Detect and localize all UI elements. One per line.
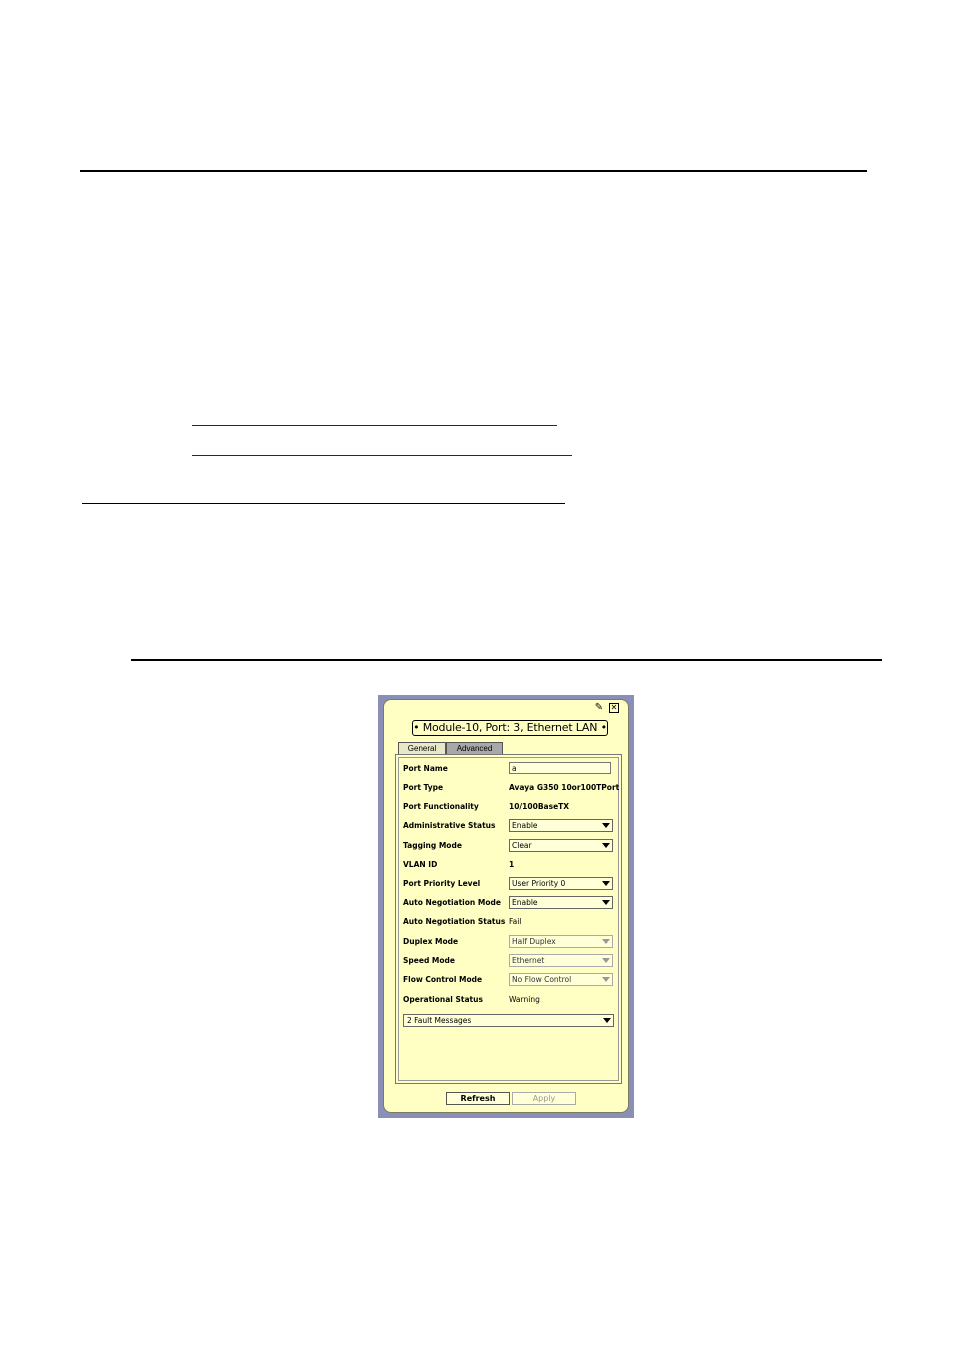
link-underline-2[interactable]	[192, 455, 572, 456]
row-auto-negotiation-mode: Auto Negotiation Mode Enable	[403, 896, 618, 910]
tab-advanced[interactable]: Advanced	[446, 742, 503, 754]
duplex-mode-label: Duplex Mode	[403, 937, 459, 946]
flow-control-mode-label: Flow Control Mode	[403, 975, 483, 984]
refresh-button[interactable]: Refresh	[446, 1092, 510, 1105]
port-properties-window: ✎ ✕ • Module-10, Port: 3, Ethernet LAN •…	[378, 695, 634, 1118]
chevron-down-icon[interactable]	[602, 900, 610, 905]
row-duplex-mode: Duplex Mode Half Duplex	[403, 935, 618, 949]
row-administrative-status: Administrative Status Enable	[403, 819, 618, 833]
port-type-value: Avaya G350 10or100TPort	[509, 783, 620, 792]
apply-button[interactable]: Apply	[512, 1092, 576, 1105]
close-icon[interactable]: ✕	[609, 703, 619, 713]
chevron-down-icon[interactable]	[602, 977, 610, 982]
port-type-label: Port Type	[403, 783, 444, 792]
panel-body: ✎ ✕ • Module-10, Port: 3, Ethernet LAN •…	[383, 699, 629, 1113]
row-tagging-mode: Tagging Mode Clear	[403, 839, 618, 853]
port-functionality-label: Port Functionality	[403, 802, 479, 811]
operational-status-value: Warning	[509, 995, 540, 1004]
tab-content-inner: Port Name a Port Type Avaya G350 10or100…	[398, 757, 619, 1081]
flow-control-mode-value: No Flow Control	[512, 975, 572, 984]
auto-negotiation-mode-label: Auto Negotiation Mode	[403, 898, 501, 907]
port-functionality-value: 10/100BaseTX	[509, 802, 570, 811]
tagging-mode-label: Tagging Mode	[403, 841, 462, 850]
administrative-status-value: Enable	[512, 821, 538, 830]
pin-icon[interactable]: ✎	[594, 703, 604, 713]
auto-negotiation-status-label: Auto Negotiation Status	[403, 917, 506, 926]
chevron-down-icon[interactable]	[602, 843, 610, 848]
window-title: • Module-10, Port: 3, Ethernet LAN •	[412, 720, 608, 736]
row-port-functionality: Port Functionality 10/100BaseTX	[403, 800, 618, 814]
row-port-priority-level: Port Priority Level User Priority 0	[403, 877, 618, 891]
row-operational-status: Operational Status Warning	[403, 993, 618, 1007]
operational-status-label: Operational Status	[403, 995, 483, 1004]
duplex-mode-value: Half Duplex	[512, 937, 556, 946]
row-port-type: Port Type Avaya G350 10or100TPort	[403, 781, 620, 795]
section-rule-short	[82, 503, 565, 504]
chevron-down-icon[interactable]	[603, 1018, 611, 1023]
port-priority-level-value: User Priority 0	[512, 879, 566, 888]
fault-messages-value: 2 Fault Messages	[407, 1016, 472, 1025]
speed-mode-value: Ethernet	[512, 956, 545, 965]
tab-content: Port Name a Port Type Avaya G350 10or100…	[395, 754, 622, 1084]
auto-negotiation-mode-select[interactable]: Enable	[509, 896, 613, 909]
tagging-mode-value: Clear	[512, 841, 532, 850]
row-auto-negotiation-status: Auto Negotiation Status Fail	[403, 915, 618, 929]
speed-mode-label: Speed Mode	[403, 956, 455, 965]
chevron-down-icon[interactable]	[602, 823, 610, 828]
link-underline-1[interactable]	[192, 425, 557, 426]
vlan-id-value: 1	[509, 860, 515, 869]
tab-general[interactable]: General	[398, 742, 446, 754]
row-port-name: Port Name a	[403, 762, 618, 776]
administrative-status-select[interactable]: Enable	[509, 819, 613, 832]
auto-negotiation-status-value: Fail	[509, 917, 522, 926]
row-flow-control-mode: Flow Control Mode No Flow Control	[403, 973, 618, 987]
port-priority-level-label: Port Priority Level	[403, 879, 481, 888]
chevron-down-icon[interactable]	[602, 939, 610, 944]
row-vlan-id: VLAN ID 1	[403, 858, 618, 872]
figure-rule	[131, 659, 882, 661]
fault-messages-select[interactable]: 2 Fault Messages	[403, 1014, 614, 1027]
flow-control-mode-select[interactable]: No Flow Control	[509, 973, 613, 986]
auto-negotiation-mode-value: Enable	[512, 898, 538, 907]
chevron-down-icon[interactable]	[602, 958, 610, 963]
duplex-mode-select[interactable]: Half Duplex	[509, 935, 613, 948]
top-rule	[80, 170, 867, 172]
administrative-status-label: Administrative Status	[403, 821, 496, 830]
speed-mode-select[interactable]: Ethernet	[509, 954, 613, 967]
port-priority-level-select[interactable]: User Priority 0	[509, 877, 613, 890]
port-name-label: Port Name	[403, 764, 448, 773]
port-name-input[interactable]: a	[509, 762, 611, 774]
vlan-id-label: VLAN ID	[403, 860, 438, 869]
row-speed-mode: Speed Mode Ethernet	[403, 954, 618, 968]
chevron-down-icon[interactable]	[602, 881, 610, 886]
tagging-mode-select[interactable]: Clear	[509, 839, 613, 852]
